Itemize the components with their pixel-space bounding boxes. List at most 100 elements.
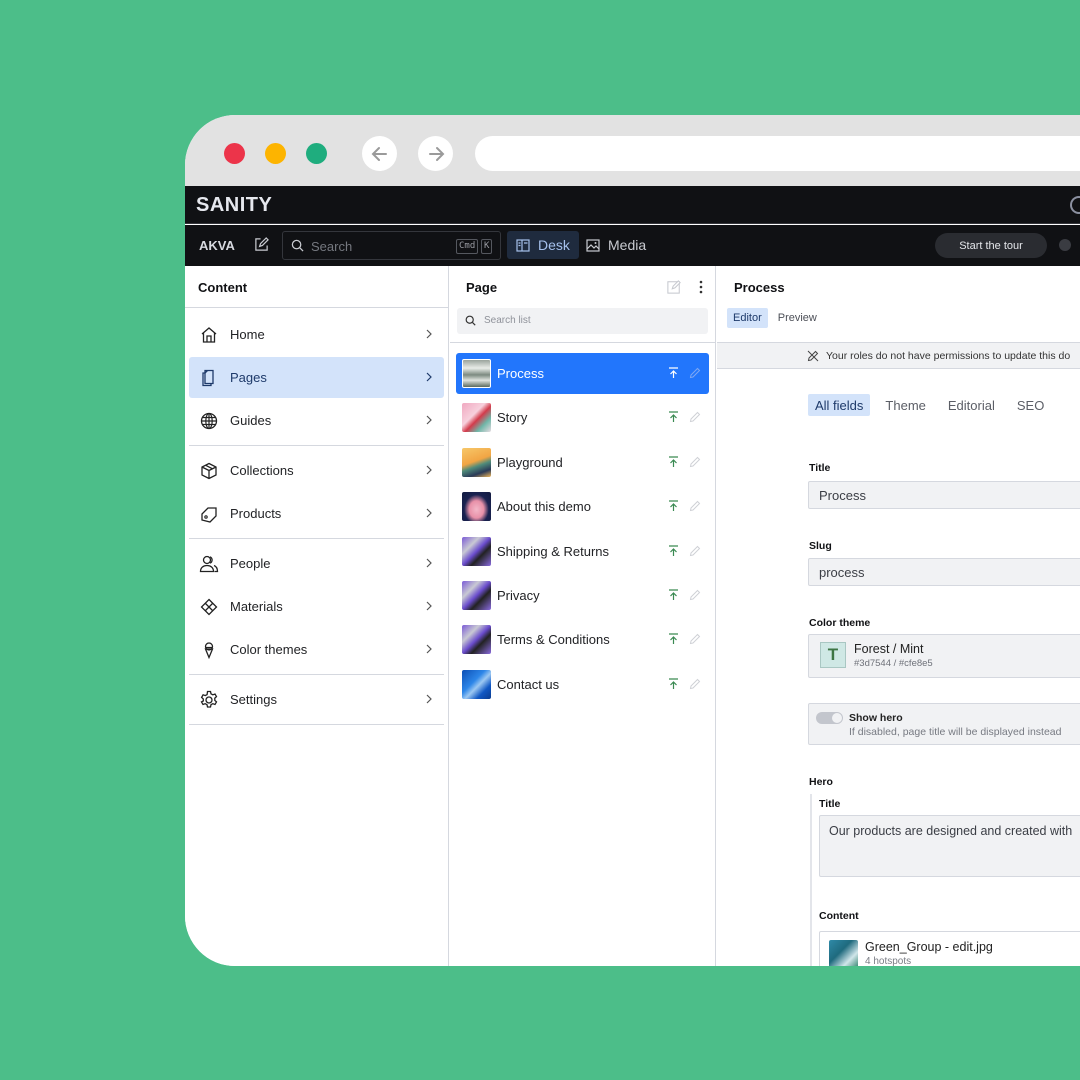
hero-title-field[interactable]: Our products are designed and created wi… xyxy=(819,815,1080,877)
color-theme-hex: #3d7544 / #cfe8e5 xyxy=(854,658,933,669)
show-hero-field: Show hero If disabled, page title will b… xyxy=(808,703,1080,745)
color-theme-reference[interactable]: T Forest / Mint #3d7544 / #cfe8e5 xyxy=(808,634,1080,678)
global-search-input[interactable]: Search Cmd K xyxy=(282,231,501,260)
list-item[interactable]: Contact us xyxy=(456,664,709,705)
sidebar-item-label: Home xyxy=(230,327,265,342)
hero-group-border xyxy=(810,794,812,966)
tab-theme[interactable]: Theme xyxy=(878,394,932,416)
list-item-label: About this demo xyxy=(497,499,591,515)
maximize-window-button[interactable] xyxy=(306,143,327,164)
sidebar-item-label: Settings xyxy=(230,692,277,707)
document-thumbnail xyxy=(462,669,491,699)
sidebar-item-materials[interactable]: Materials xyxy=(189,586,444,627)
gear-icon xyxy=(199,690,219,710)
list-search-input[interactable]: Search list xyxy=(457,308,708,334)
sidebar-item-label: Collections xyxy=(230,463,294,478)
list-item-label: Privacy xyxy=(497,587,540,603)
divider xyxy=(189,674,444,675)
sidebar-item-label: Products xyxy=(230,506,282,521)
list-item[interactable]: Shipping & Returns xyxy=(456,531,709,572)
color-theme-label: Color theme xyxy=(809,617,871,629)
compose-button[interactable] xyxy=(254,237,269,257)
document-thumbnail xyxy=(462,403,491,433)
desk-tool-button[interactable]: Desk xyxy=(507,231,579,259)
slug-label: Slug xyxy=(809,540,832,552)
chevron-right-icon xyxy=(426,415,432,425)
show-hero-label: Show hero xyxy=(849,712,903,724)
close-window-button[interactable] xyxy=(224,143,245,164)
sidebar-item-guides[interactable]: Guides xyxy=(189,400,444,441)
pencil-icon xyxy=(689,634,701,645)
desk-label: Desk xyxy=(538,237,570,253)
pencil-icon xyxy=(689,500,701,512)
sidebar-item-color-themes[interactable]: Color themes xyxy=(189,629,444,670)
chevron-right-icon xyxy=(426,508,432,518)
published-icon xyxy=(669,456,678,467)
sidebar-item-collections[interactable]: Collections xyxy=(189,450,444,491)
chevron-right-icon xyxy=(426,465,432,475)
pencil-icon xyxy=(689,545,701,556)
slug-field[interactable]: process xyxy=(808,558,1080,586)
hero-content-hotspots: 4 hotspots xyxy=(865,956,912,966)
document-pane: Process Editor Preview Your roles do not… xyxy=(717,266,1080,966)
published-icon xyxy=(669,589,678,600)
image-icon xyxy=(586,238,600,252)
search-icon xyxy=(465,315,476,326)
title-field[interactable]: Process xyxy=(808,481,1080,509)
avatar[interactable] xyxy=(1059,239,1071,251)
list-item-label: Terms & Conditions xyxy=(497,632,610,648)
diamond-icon xyxy=(199,597,219,617)
list-item[interactable]: Playground xyxy=(456,442,709,483)
tab-preview[interactable]: Preview xyxy=(772,308,823,328)
list-item[interactable]: Process xyxy=(456,353,709,394)
sidebar-item-pages[interactable]: Pages xyxy=(189,357,444,398)
list-item[interactable]: Story xyxy=(456,397,709,438)
tab-seo[interactable]: SEO xyxy=(1010,394,1051,416)
document-thumbnail xyxy=(462,536,491,566)
sidebar-item-label: Materials xyxy=(230,599,283,614)
back-button[interactable] xyxy=(362,136,397,171)
field-group-tabs: All fields Theme Editorial SEO xyxy=(808,394,1051,416)
search-placeholder: Search xyxy=(311,239,353,254)
list-search-placeholder: Search list xyxy=(484,315,531,326)
sidebar-item-home[interactable]: Home xyxy=(189,314,444,355)
list-item[interactable]: Privacy xyxy=(456,575,709,616)
media-tool-button[interactable]: Media xyxy=(577,231,655,259)
workspace-name[interactable]: AKVA xyxy=(199,238,235,253)
document-thumbnail xyxy=(462,447,491,477)
start-tour-button[interactable]: Start the tour xyxy=(935,233,1047,258)
globe-icon xyxy=(199,411,219,431)
list-item[interactable]: About this demo xyxy=(456,486,709,527)
browser-window: SANITY AKVA Search Cmd K Desk Media Star… xyxy=(185,115,1080,966)
chevron-right-icon xyxy=(426,558,432,568)
desk-icon xyxy=(516,238,530,252)
minimize-window-button[interactable] xyxy=(265,143,286,164)
studio-toolbar: AKVA Search Cmd K Desk Media Start the t… xyxy=(185,225,1080,266)
sidebar-item-settings[interactable]: Settings xyxy=(189,679,444,720)
color-theme-name: Forest / Mint xyxy=(854,642,924,656)
sidebar-item-products[interactable]: Products xyxy=(189,493,444,534)
tab-editor[interactable]: Editor xyxy=(727,308,768,328)
list-item-label: Shipping & Returns xyxy=(497,543,610,559)
chevron-right-icon xyxy=(426,372,432,382)
tab-all-fields[interactable]: All fields xyxy=(808,394,871,416)
show-hero-toggle[interactable] xyxy=(816,712,843,724)
compose-icon xyxy=(255,237,269,251)
arrow-right-icon xyxy=(428,146,444,161)
chevron-right-icon xyxy=(426,329,432,339)
list-item[interactable]: Terms & Conditions xyxy=(456,619,709,660)
sidebar-item-people[interactable]: People xyxy=(189,543,444,584)
create-document-icon[interactable] xyxy=(667,280,681,294)
url-bar[interactable] xyxy=(475,136,1080,171)
pages-icon xyxy=(199,368,219,388)
forward-button[interactable] xyxy=(418,136,453,171)
more-menu-icon[interactable] xyxy=(699,280,703,294)
kbd-cmd: Cmd xyxy=(456,239,479,254)
kbd-k: K xyxy=(481,239,493,254)
no-edit-icon xyxy=(807,350,819,361)
published-icon xyxy=(669,633,678,645)
hero-content-item[interactable]: Green_Group - edit.jpg 4 hotspots xyxy=(819,931,1080,966)
tab-editorial[interactable]: Editorial xyxy=(941,394,1002,416)
document-title: Process xyxy=(734,280,785,295)
divider xyxy=(189,445,444,446)
